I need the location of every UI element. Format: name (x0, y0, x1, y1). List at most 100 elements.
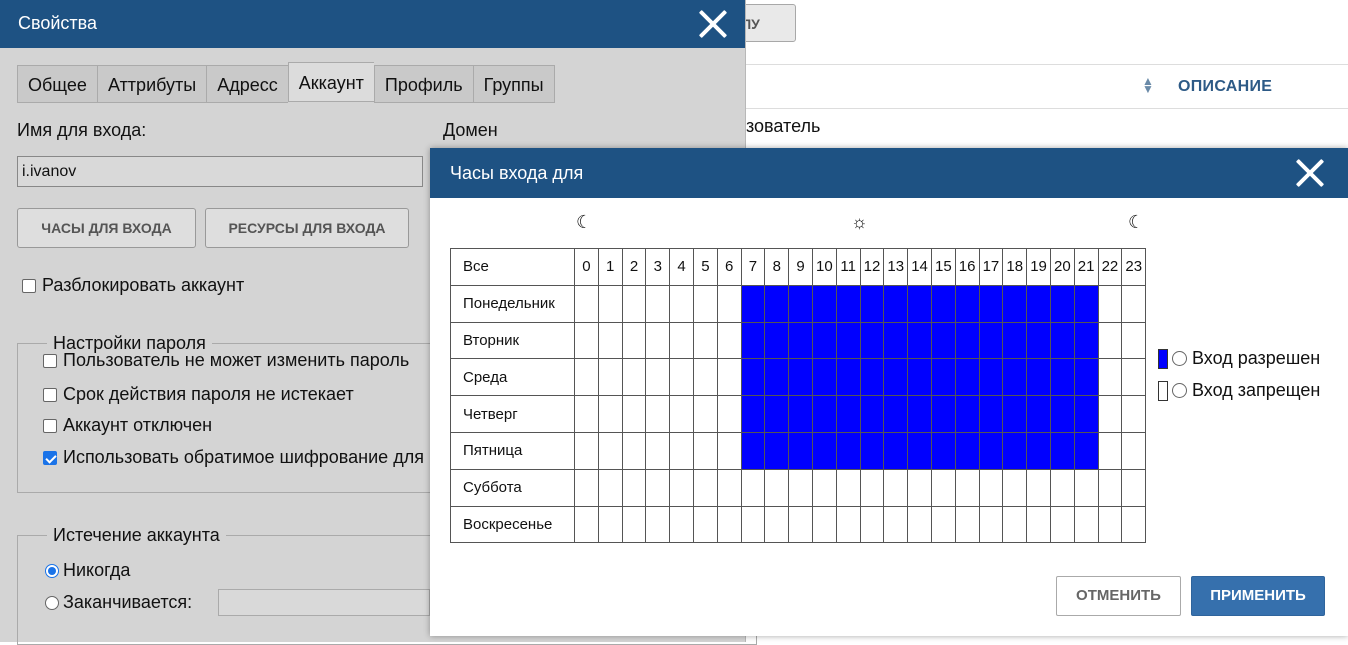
logon-hours-grid[interactable]: Все 0 1 2 3 4 5 6 7 8 9 10 11 12 13 14 15 16 17 18 19 20 21 22 2… (450, 248, 1147, 544)
hour-cell[interactable] (788, 284, 813, 323)
hour-cell[interactable] (1073, 431, 1099, 470)
logon-resources-button[interactable]: РЕСУРСЫ ДЛЯ ВХОДА (205, 208, 409, 248)
hour-cell[interactable] (645, 468, 671, 507)
hour-cell[interactable] (669, 321, 694, 360)
account-disabled-checkbox[interactable] (43, 418, 57, 433)
hour-cell[interactable] (835, 431, 861, 470)
hour-header-23[interactable]: 23 (1121, 248, 1147, 286)
hour-header-9[interactable]: 9 (788, 248, 813, 286)
hour-cell[interactable] (811, 505, 837, 544)
hour-cell[interactable] (621, 358, 647, 397)
hour-cell[interactable] (692, 358, 718, 397)
hour-cell[interactable] (1049, 321, 1075, 360)
hour-cell[interactable] (1002, 468, 1028, 507)
tab-profile[interactable]: Профиль (373, 65, 473, 103)
hour-cell[interactable] (859, 468, 885, 507)
hour-header-22[interactable]: 22 (1097, 248, 1123, 286)
hour-cell[interactable] (669, 468, 694, 507)
hour-cell[interactable] (954, 468, 980, 507)
hour-cell[interactable] (835, 284, 861, 323)
hour-cell[interactable] (740, 468, 766, 507)
hour-cell[interactable] (1026, 468, 1051, 507)
hour-cell[interactable] (907, 321, 932, 360)
hour-header-5[interactable]: 5 (692, 248, 718, 286)
allowed-radio[interactable] (1172, 351, 1187, 366)
hour-cell[interactable] (978, 358, 1004, 397)
hour-cell[interactable] (740, 505, 766, 544)
hour-cell[interactable] (692, 468, 718, 507)
hour-cell[interactable] (1049, 284, 1075, 323)
reversible-encryption-option[interactable]: Использовать обратимое шифрование для (43, 447, 424, 468)
hour-cell[interactable] (597, 505, 623, 544)
hour-cell[interactable] (669, 431, 694, 470)
hour-cell[interactable] (740, 284, 766, 323)
hour-cell[interactable] (930, 505, 956, 544)
hour-cell[interactable] (1026, 505, 1051, 544)
hour-cell[interactable] (1073, 321, 1099, 360)
hour-cell[interactable] (716, 321, 742, 360)
hour-cell[interactable] (1121, 284, 1147, 323)
hour-cell[interactable] (716, 395, 742, 433)
password-never-expires-option[interactable]: Срок действия пароля не истекает (43, 384, 354, 405)
hour-cell[interactable] (930, 431, 956, 470)
hour-cell[interactable] (764, 468, 790, 507)
password-settings-scroll[interactable]: Пользователь не может изменить пароль Ср… (17, 352, 431, 488)
hour-cell[interactable] (645, 505, 671, 544)
hour-header-17[interactable]: 17 (978, 248, 1004, 286)
hour-cell[interactable] (764, 321, 790, 360)
hour-cell[interactable] (907, 431, 932, 470)
tab-address[interactable]: Адресс (206, 65, 288, 103)
hour-cell[interactable] (811, 284, 837, 323)
hour-cell[interactable] (764, 505, 790, 544)
hour-cell[interactable] (1097, 395, 1123, 433)
unlock-account-checkbox[interactable] (22, 278, 36, 293)
day-label[interactable]: Пятница (450, 431, 575, 470)
hour-cell[interactable] (788, 395, 813, 433)
hour-cell[interactable] (954, 358, 980, 397)
hour-cell[interactable] (907, 395, 932, 433)
hour-cell[interactable] (788, 505, 813, 544)
sort-icon[interactable]: ▲ ▼ (1142, 75, 1154, 95)
hour-cell[interactable] (574, 321, 599, 360)
hour-cell[interactable] (788, 431, 813, 470)
hour-header-3[interactable]: 3 (645, 248, 671, 286)
hour-cell[interactable] (645, 321, 671, 360)
hour-cell[interactable] (1097, 358, 1123, 397)
hour-cell[interactable] (621, 395, 647, 433)
hour-cell[interactable] (835, 468, 861, 507)
hour-header-4[interactable]: 4 (669, 248, 694, 286)
legend-denied[interactable]: Вход запрещен (1158, 380, 1320, 401)
hour-header-20[interactable]: 20 (1049, 248, 1075, 286)
hour-cell[interactable] (692, 284, 718, 323)
hour-header-2[interactable]: 2 (621, 248, 647, 286)
hour-cell[interactable] (574, 505, 599, 544)
hour-cell[interactable] (597, 431, 623, 470)
hour-cell[interactable] (1049, 468, 1075, 507)
hour-cell[interactable] (1049, 431, 1075, 470)
hour-cell[interactable] (692, 395, 718, 433)
hour-cell[interactable] (883, 284, 909, 323)
tab-attributes[interactable]: Аттрибуты (96, 65, 207, 103)
hour-cell[interactable] (621, 505, 647, 544)
tab-groups[interactable]: Группы (472, 65, 555, 103)
hour-cell[interactable] (883, 395, 909, 433)
hour-cell[interactable] (645, 395, 671, 433)
hour-cell[interactable] (764, 284, 790, 323)
hour-cell[interactable] (978, 505, 1004, 544)
login-input[interactable] (17, 156, 423, 187)
expiration-date-option[interactable]: Заканчивается: (45, 592, 192, 613)
hour-cell[interactable] (978, 395, 1004, 433)
hour-cell[interactable] (930, 395, 956, 433)
hour-cell[interactable] (1073, 284, 1099, 323)
tab-account[interactable]: Аккаунт (287, 62, 374, 102)
hour-cell[interactable] (907, 284, 932, 323)
hour-header-10[interactable]: 10 (811, 248, 837, 286)
hour-cell[interactable] (954, 284, 980, 323)
hour-header-14[interactable]: 14 (907, 248, 932, 286)
hour-cell[interactable] (1097, 505, 1123, 544)
hour-cell[interactable] (716, 431, 742, 470)
cancel-button[interactable]: ОТМЕНИТЬ (1056, 576, 1181, 616)
hour-cell[interactable] (574, 395, 599, 433)
hour-cell[interactable] (835, 395, 861, 433)
hour-cell[interactable] (788, 321, 813, 360)
